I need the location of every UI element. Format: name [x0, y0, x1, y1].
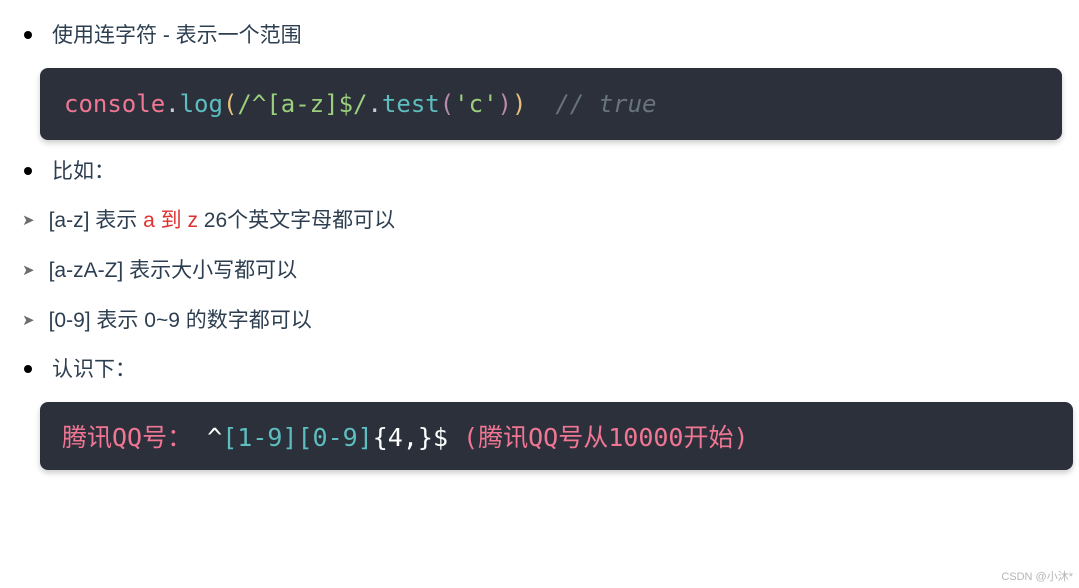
code-token: ^ — [207, 423, 222, 452]
code-token: ( — [440, 90, 454, 118]
text-line: [0-9] 表示 0~9 的数字都可以 — [49, 303, 312, 339]
text-part: 26个英文字母都可以 — [198, 209, 395, 232]
chevron-item: ➤ [a-zA-Z] 表示大小写都可以 — [2, 253, 1077, 289]
text-line: [a-z] 表示 a 到 z 26个英文字母都可以 — [49, 203, 396, 239]
code-token: . — [367, 90, 381, 118]
chevron-icon: ➤ — [22, 211, 33, 229]
bullet-icon — [24, 167, 32, 175]
code-token — [526, 90, 555, 118]
text-line: 比如： — [52, 154, 115, 190]
code-block-2: 腾讯QQ号： ^[1-9][0-9]{4,}$ (腾讯QQ号从10000开始) — [40, 402, 1073, 470]
code-comment: // true — [555, 90, 656, 118]
chevron-icon: ➤ — [22, 311, 33, 329]
bullet-item: 使用连字符 - 表示一个范围 — [2, 18, 1077, 54]
code-token: 'c' — [454, 90, 497, 118]
code-token: [1-9][0-9] — [222, 423, 373, 452]
code-token: 腾讯QQ号： — [62, 423, 207, 452]
bullet-item: 认识下： — [2, 352, 1077, 388]
code-token: (腾讯QQ号从10000开始) — [448, 423, 749, 452]
text-part: [a-z] 表示 — [49, 209, 144, 232]
code-token: /^[a-z]$/ — [237, 90, 367, 118]
text-line: 使用连字符 - 表示一个范围 — [52, 18, 302, 54]
code-token: log — [180, 90, 223, 118]
text-line: [a-zA-Z] 表示大小写都可以 — [49, 253, 298, 289]
code-token: test — [382, 90, 440, 118]
code-token: ) — [512, 90, 526, 118]
code-token: $ — [433, 423, 448, 452]
code-block-1: console.log(/^[a-z]$/.test('c')) // true — [40, 68, 1062, 140]
watermark: CSDN @小沐* — [1001, 568, 1073, 584]
code-token: ( — [223, 90, 237, 118]
chevron-icon: ➤ — [22, 261, 33, 279]
code-token: console — [64, 90, 165, 118]
chevron-item: ➤ [0-9] 表示 0~9 的数字都可以 — [2, 303, 1077, 339]
code-token: . — [165, 90, 179, 118]
text-line: 认识下： — [52, 352, 136, 388]
bullet-icon — [24, 365, 32, 373]
code-token: {4,} — [373, 423, 433, 452]
code-token: ) — [498, 90, 512, 118]
chevron-item: ➤ [a-z] 表示 a 到 z 26个英文字母都可以 — [2, 203, 1077, 239]
bullet-item: 比如： — [2, 154, 1077, 190]
bullet-icon — [24, 31, 32, 39]
text-highlight: a 到 z — [143, 209, 198, 232]
